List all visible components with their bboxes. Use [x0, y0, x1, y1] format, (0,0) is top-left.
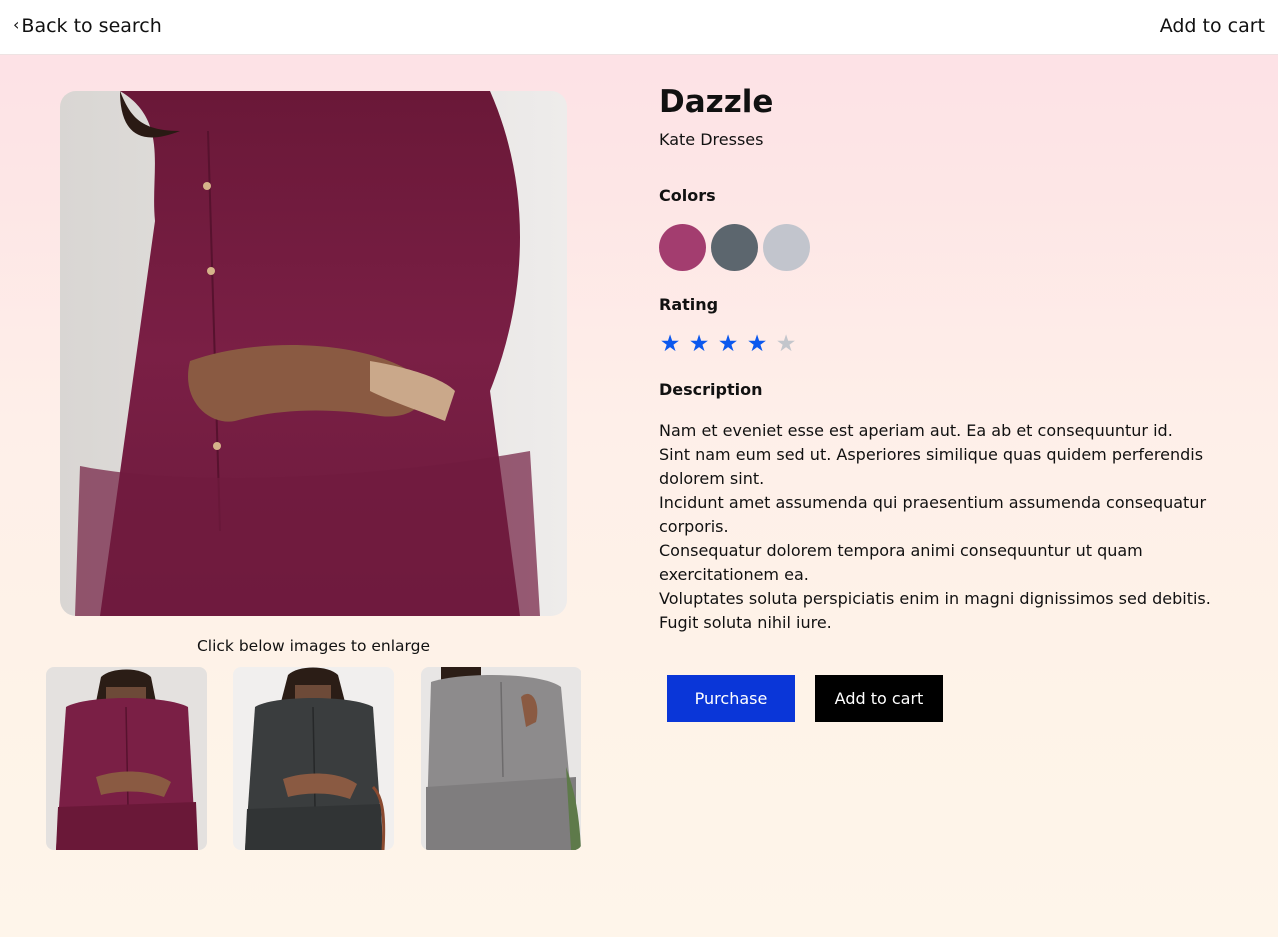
description-paragraph: Consequatur dolorem tempora animi conseq…: [659, 541, 1143, 584]
thumbnail-burgundy-photo: [46, 667, 207, 850]
main-product-photo: [60, 91, 567, 616]
star-icon: ★: [659, 331, 681, 357]
description-paragraph: Incidunt amet assumenda qui praesentium …: [659, 493, 1207, 536]
description-paragraph: Nam et eveniet esse est aperiam aut. Ea …: [659, 421, 1173, 440]
add-to-cart-button[interactable]: Add to cart: [815, 675, 943, 722]
top-nav-bar: ‹ Back to search Add to cart: [0, 0, 1278, 55]
star-icon: ★: [775, 331, 797, 357]
colors-heading: Colors: [659, 186, 716, 205]
thumbnail-light-gray-photo: [421, 667, 581, 850]
color-swatch-slate[interactable]: [711, 224, 758, 271]
star-icon: ★: [717, 331, 739, 357]
thumbnail-light-gray[interactable]: [421, 667, 582, 850]
back-to-search-label: Back to search: [21, 15, 162, 37]
thumbnail-dark-gray-photo: [233, 667, 394, 850]
header-add-to-cart-link[interactable]: Add to cart: [1160, 15, 1265, 37]
star-icon: ★: [688, 331, 710, 357]
chevron-left-icon: ‹: [13, 14, 20, 34]
color-swatch-light-gray[interactable]: [763, 224, 810, 271]
color-swatch-burgundy[interactable]: [659, 224, 706, 271]
description-heading: Description: [659, 380, 763, 399]
product-title: Dazzle: [659, 84, 774, 120]
enlarge-hint: Click below images to enlarge: [196, 637, 431, 655]
product-brand: Kate Dresses: [659, 130, 764, 149]
rating-heading: Rating: [659, 295, 719, 314]
thumbnail-burgundy[interactable]: [46, 667, 207, 850]
thumbnail-dark-gray[interactable]: [233, 667, 394, 850]
star-icon: ★: [746, 331, 768, 357]
product-description: Nam et eveniet esse est aperiam aut. Ea …: [659, 419, 1224, 635]
rating-stars: ★ ★ ★ ★ ★: [659, 330, 797, 358]
main-product-image: [60, 91, 567, 616]
purchase-button[interactable]: Purchase: [667, 675, 795, 722]
description-paragraph: Voluptates soluta perspiciatis enim in m…: [659, 589, 1211, 632]
description-paragraph: Sint nam eum sed ut. Asperiores similiqu…: [659, 445, 1204, 488]
back-to-search-link[interactable]: ‹ Back to search: [13, 14, 162, 38]
color-swatches: [659, 224, 810, 271]
